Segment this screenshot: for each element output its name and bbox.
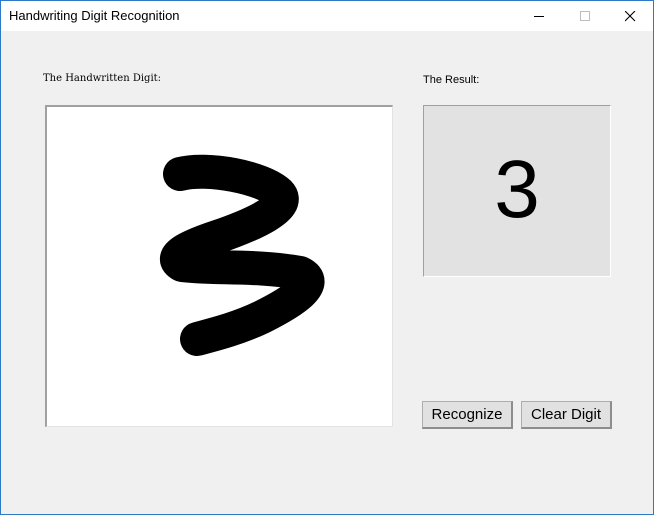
handwritten-digit-label: The Handwritten Digit: [43,73,162,84]
window-title: Handwriting Digit Recognition [9,8,180,23]
title-bar[interactable]: Handwriting Digit Recognition [1,1,653,31]
result-display: 3 [423,105,611,277]
handwritten-digit-stroke [159,154,325,356]
recognize-button[interactable]: Recognize [422,401,513,429]
maximize-icon [580,11,590,21]
result-label: The Result: [423,74,480,86]
minimize-icon [534,16,544,17]
drawing-canvas[interactable] [45,105,393,427]
clear-digit-button[interactable]: Clear Digit [521,401,612,429]
maximize-button[interactable] [562,1,608,31]
close-button[interactable] [607,1,653,31]
result-digit: 3 [494,144,540,235]
minimize-button[interactable] [516,1,562,31]
app-window: Handwriting Digit Recognition The Handwr… [0,0,654,515]
close-icon [625,11,636,22]
